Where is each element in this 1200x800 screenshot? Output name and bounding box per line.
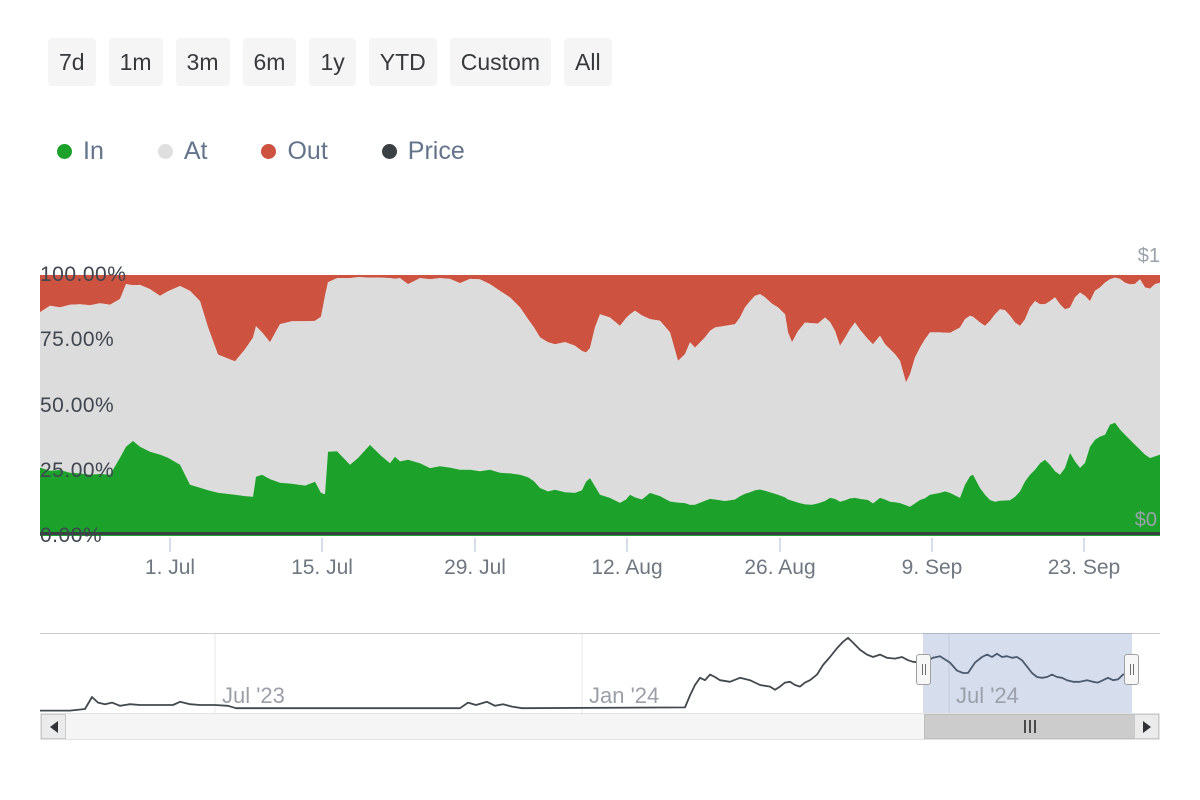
handle-grip-icon (1129, 664, 1131, 675)
navigator-label: Jul '24 (956, 683, 1019, 708)
scrollbar-left-arrow-button[interactable] (41, 714, 66, 739)
range-button-1y[interactable]: 1y (309, 38, 356, 86)
range-button-3m[interactable]: 3m (175, 38, 230, 86)
thumb-grip-icon (1023, 720, 1026, 733)
legend-marker-icon (57, 143, 72, 159)
legend-item-in[interactable]: In (57, 137, 104, 166)
x-axis-label: 1. Jul (144, 556, 196, 579)
y-axis-label: 75.00% (40, 328, 115, 352)
navigator-label: Jan '24 (589, 683, 660, 708)
handle-grip-icon (1132, 664, 1134, 675)
handle-grip-icon (921, 664, 923, 675)
scrollbar-thumb[interactable] (924, 714, 1135, 739)
x-axis-label: 29. Jul (444, 556, 506, 579)
range-button-custom[interactable]: Custom (449, 38, 551, 86)
price-axis-min-label: $0 (1134, 509, 1157, 531)
y-axis-label: 100.00% (40, 263, 127, 286)
money-flow-chart-app: 7d 1m 3m 6m 1y YTD Custom All In At Out Price 100.… (0, 0, 1200, 800)
legend-item-out[interactable]: Out (261, 136, 328, 166)
range-button-1m[interactable]: 1m (108, 38, 163, 86)
y-axis-label: 0.00% (40, 524, 103, 547)
right-arrow-icon (1142, 720, 1151, 733)
x-axis-label: 9. Sep (901, 556, 963, 579)
navigator-right-handle[interactable] (1124, 654, 1139, 685)
x-axis-label: 12. Aug (591, 556, 663, 579)
legend-item-at[interactable]: At (157, 136, 208, 166)
legend-marker-icon (157, 143, 173, 159)
left-arrow-icon (49, 720, 58, 733)
range-button-7d[interactable]: 7d (48, 38, 96, 86)
scrollbar-right-arrow-button[interactable] (1134, 714, 1159, 739)
price-axis-max-label: $1 (1137, 245, 1160, 267)
chart-legend: In At Out Price (57, 136, 465, 166)
navigator-label: Jul '23 (222, 683, 285, 708)
x-axis-label: 26. Aug (744, 556, 816, 579)
legend-marker-icon (261, 143, 277, 159)
x-axis-label: 15. Jul (291, 556, 353, 579)
legend-label: Price (407, 136, 465, 165)
thumb-grip-icon (1033, 720, 1036, 733)
range-button-all[interactable]: All (564, 38, 612, 86)
navigator-left-handle[interactable] (916, 654, 931, 685)
legend-label: At (183, 136, 208, 165)
legend-marker-icon (381, 143, 397, 159)
legend-label: Out (287, 136, 328, 165)
range-selector: 7d 1m 3m 6m 1y YTD Custom All (48, 38, 612, 86)
legend-item-price[interactable]: Price (381, 136, 465, 166)
range-button-ytd[interactable]: YTD (368, 38, 437, 86)
scrollbar-track[interactable] (40, 713, 1160, 740)
x-axis-label: 23. Sep (1047, 556, 1121, 579)
y-axis-label: 25.00% (40, 458, 115, 482)
range-button-6m[interactable]: 6m (242, 38, 297, 86)
legend-label: In (83, 136, 104, 165)
y-axis-label: 50.00% (40, 393, 115, 417)
handle-grip-icon (924, 664, 926, 675)
thumb-grip-icon (1028, 720, 1031, 733)
main-stacked-area-chart[interactable] (40, 275, 1160, 556)
